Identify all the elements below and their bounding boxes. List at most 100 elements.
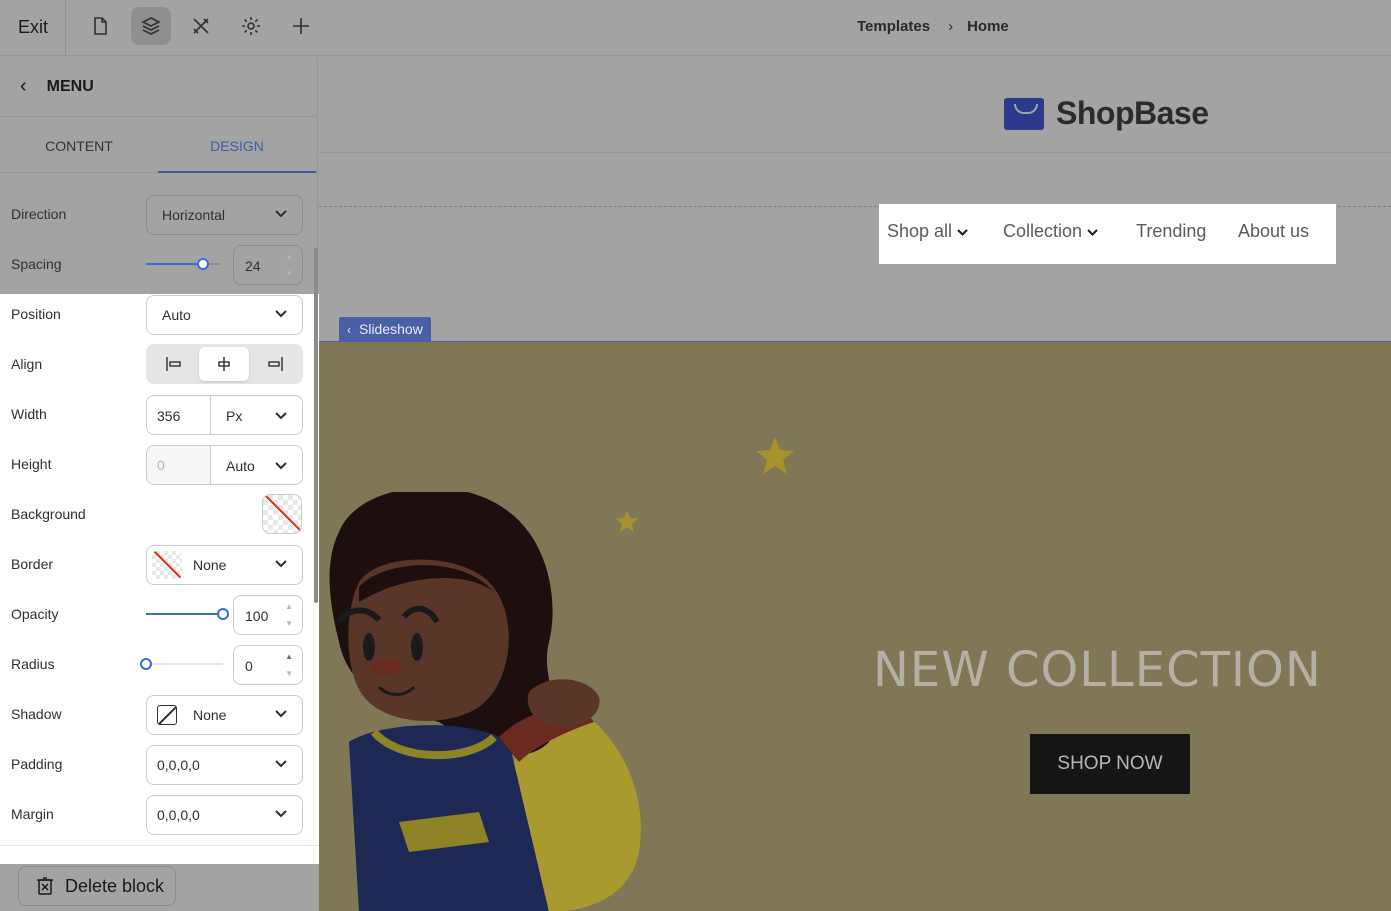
star-icon [756,437,794,474]
shadow-row: Shadow None [0,690,318,740]
hero-title: NEW COLLECTION [873,642,1322,698]
no-shadow-icon [157,705,177,725]
direction-label: Direction [11,206,67,222]
height-unit-select[interactable]: Auto [226,458,255,474]
chevron-down-icon [274,756,288,770]
sidebar-scrollbar[interactable] [314,248,318,603]
menu-block[interactable]: Shop all Collection Trending About us [879,204,1336,264]
chevron-down-icon [274,458,288,475]
decrement-icon[interactable]: ▼ [285,669,293,678]
tools-icon[interactable] [181,7,221,45]
shop-now-button[interactable]: SHOP NOW [1030,734,1190,794]
align-segmented-control [146,344,303,384]
superhero-illustration [329,492,641,911]
nav-item-about-us[interactable]: About us [1238,221,1309,242]
tab-content[interactable]: CONTENT [0,117,158,172]
align-left-icon [166,357,181,371]
delete-block-button[interactable]: Delete block [18,866,176,906]
border-value: None [193,557,227,573]
top-toolbar: Exit Templates › Home [0,0,1391,56]
radius-input[interactable]: 0 ▲ ▼ [233,645,303,685]
width-row: Width 356 Px [0,390,318,440]
spacing-input[interactable]: 24 ▲ ▼ [233,245,303,285]
margin-value: 0,0,0,0 [157,807,200,823]
plus-icon[interactable] [281,7,321,45]
store-logo[interactable]: ShopBase [1004,95,1209,132]
chevron-down-icon [274,408,288,425]
nav-item-trending[interactable]: Trending [1136,221,1206,242]
spacing-row: Spacing 24 ▲ ▼ [0,240,318,290]
gear-icon[interactable] [231,7,271,45]
slideshow-tag[interactable]: ‹ Slideshow [339,317,431,341]
width-control: 356 Px [146,395,303,435]
align-left-button[interactable] [149,347,199,381]
direction-select[interactable]: Horizontal [146,195,303,235]
height-input[interactable]: 0 [147,446,210,484]
nav-item-collection[interactable]: Collection [1003,221,1098,242]
radius-slider-knob[interactable] [140,658,152,670]
position-label: Position [11,306,61,322]
sidebar-tabs: CONTENT DESIGN [0,117,317,173]
direction-row: Direction Horizontal [0,190,318,240]
decrement-icon[interactable]: ▼ [285,269,293,278]
width-input[interactable]: 356 [157,408,180,424]
width-label: Width [11,406,47,422]
increment-icon[interactable]: ▲ [285,652,293,661]
opacity-slider-knob[interactable] [217,608,229,620]
breadcrumb-home: Home [967,18,1009,35]
panel-divider [0,845,322,846]
logo-text: ShopBase [1056,95,1209,131]
exit-button[interactable]: Exit [18,17,48,38]
chevron-down-icon [274,556,288,570]
position-select[interactable]: Auto [146,295,303,335]
chevron-down-icon [274,806,288,820]
shadow-select[interactable]: None [146,695,303,735]
padding-select[interactable]: 0,0,0,0 [146,745,303,785]
nav-label: Collection [1003,221,1083,241]
height-row: Height 0 Auto [0,440,318,490]
margin-label: Margin [11,806,54,822]
width-unit-select[interactable]: Px [226,408,242,424]
breadcrumb-templates[interactable]: Templates [857,18,930,35]
tab-design[interactable]: DESIGN [158,117,316,173]
margin-row: Margin 0,0,0,0 [0,790,318,840]
position-row: Position Auto [0,290,318,340]
padding-value: 0,0,0,0 [157,757,200,773]
shopping-bag-icon [1004,97,1044,130]
direction-value: Horizontal [162,207,226,223]
divider [210,396,211,434]
align-label: Align [11,356,43,372]
slideshow-hero[interactable]: NEW COLLECTION SHOP NOW [319,341,1391,911]
opacity-row: Opacity 100 ▲ ▼ [0,590,318,640]
decrement-icon[interactable]: ▼ [285,619,293,628]
page-canvas: ShopBase Shop all Collection Trending Ab… [319,57,1391,911]
trash-icon [37,877,53,895]
background-color-swatch[interactable] [262,494,302,534]
increment-icon[interactable]: ▲ [285,252,293,261]
spacing-label: Spacing [11,256,62,272]
shadow-label: Shadow [11,706,62,722]
align-center-button[interactable] [199,347,249,381]
spacing-value: 24 [245,258,261,274]
back-chevron-icon[interactable]: ‹ [20,75,27,98]
radius-value: 0 [245,658,253,674]
page-icon[interactable] [80,7,120,45]
slideshow-tag-label: Slideshow [359,321,423,337]
margin-select[interactable]: 0,0,0,0 [146,795,303,835]
chevron-down-icon [274,706,288,720]
opacity-input[interactable]: 100 ▲ ▼ [233,595,303,635]
increment-icon[interactable]: ▲ [285,602,293,611]
align-right-button[interactable] [250,347,300,381]
chevron-right-icon: › [948,18,954,35]
nav-item-shop-all[interactable]: Shop all [887,221,968,242]
border-color-swatch[interactable] [152,551,182,579]
layers-icon[interactable] [131,7,171,45]
spacing-slider-knob[interactable] [197,258,209,270]
position-value: Auto [162,307,191,323]
background-row: Background [0,490,318,540]
radius-slider-track[interactable] [146,663,223,665]
height-label: Height [11,456,52,472]
border-select[interactable]: None [146,545,303,585]
nav-label: Shop all [887,221,953,241]
chevron-down-icon [957,229,968,236]
